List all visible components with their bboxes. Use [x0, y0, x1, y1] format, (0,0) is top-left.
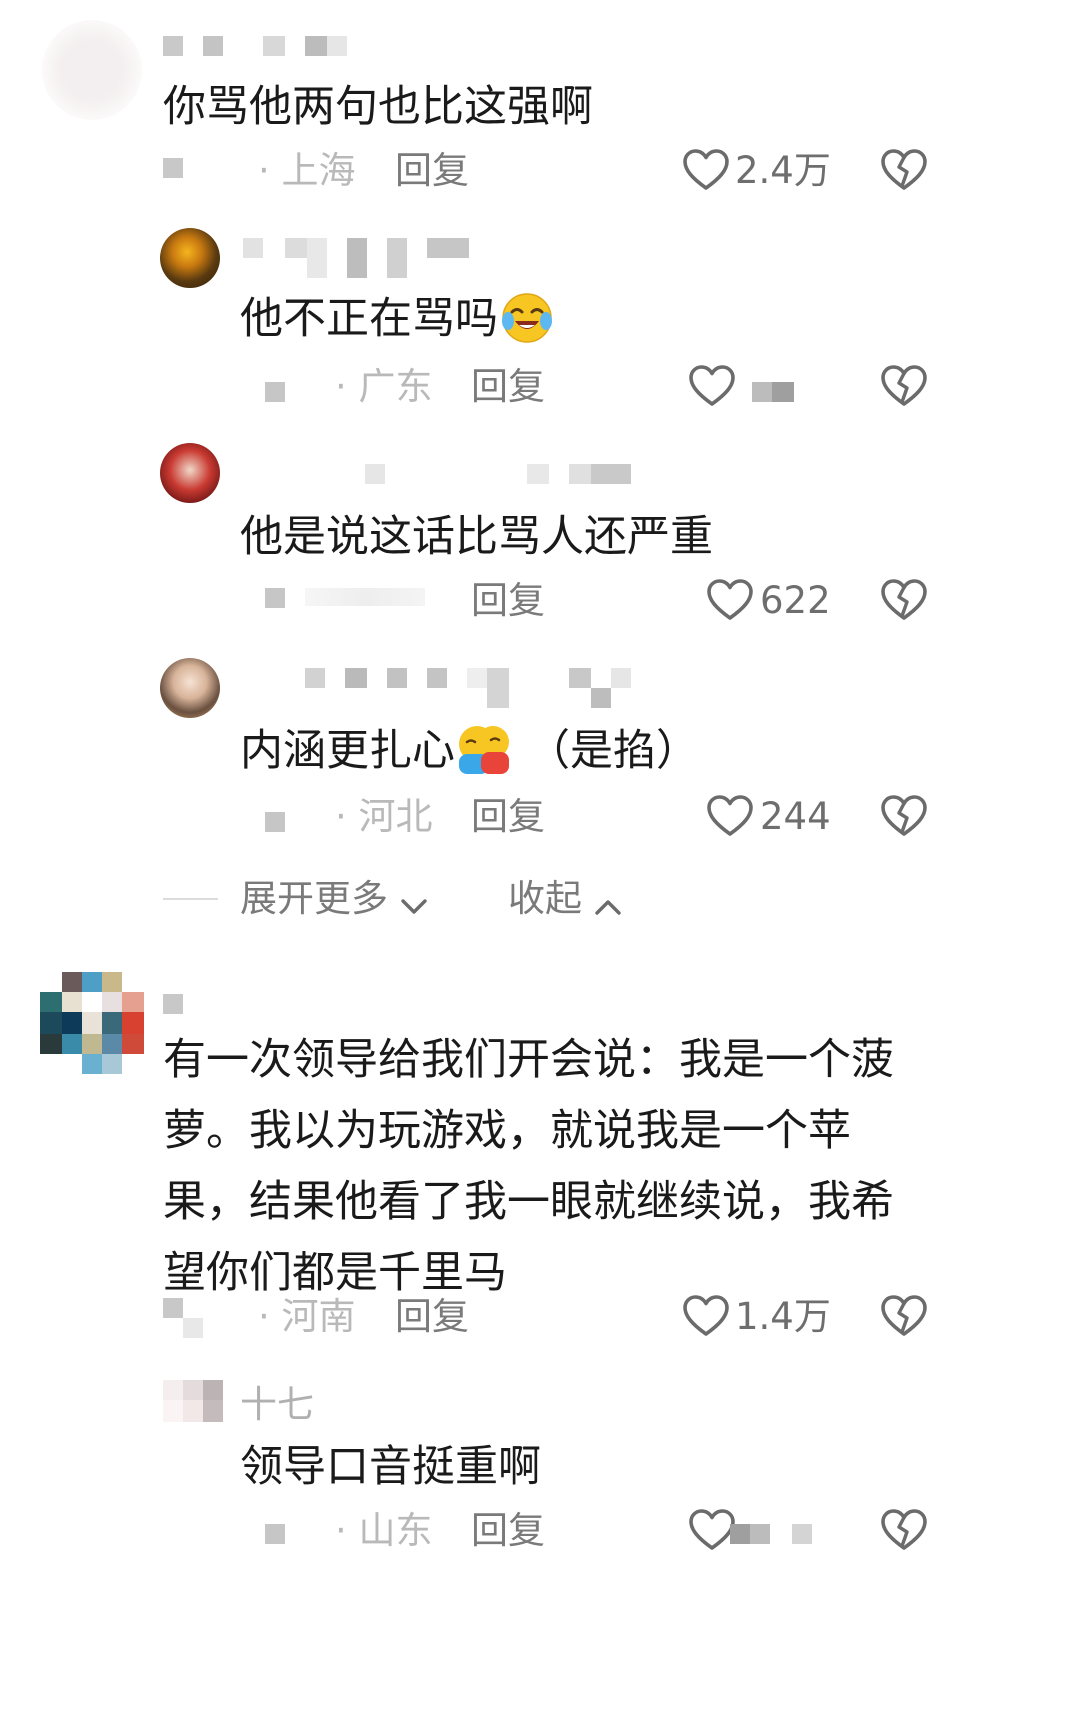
reply-button[interactable]: 回复	[395, 1298, 469, 1335]
reply-button[interactable]: 回复	[471, 1512, 545, 1549]
expand-more-button[interactable]: 展开更多	[240, 880, 429, 920]
like-count: 244	[760, 795, 831, 838]
username-mosaic[interactable]	[243, 238, 473, 282]
heart-outline-icon[interactable]	[682, 1294, 730, 1338]
heart-outline-icon[interactable]	[688, 1508, 736, 1552]
broken-heart-icon[interactable]	[880, 794, 928, 838]
divider-line	[163, 898, 218, 900]
reply-button[interactable]: 回复	[395, 152, 469, 189]
reply-button[interactable]: 回复	[471, 798, 545, 835]
like-count-mosaic	[752, 382, 796, 402]
reply-text-suffix: （是掐）	[527, 726, 699, 776]
chevron-down-icon	[401, 898, 427, 914]
comment-location: · 上海	[258, 149, 356, 192]
username-mosaic[interactable]	[365, 464, 635, 486]
username-mosaic[interactable]	[163, 36, 353, 58]
reply-text-content: 他不正在骂吗	[240, 294, 498, 344]
date-mosaic	[163, 158, 183, 178]
avatar[interactable]	[163, 1380, 223, 1422]
date-mosaic	[265, 588, 285, 608]
broken-heart-icon[interactable]	[880, 578, 928, 622]
like-count-mosaic	[730, 1524, 816, 1544]
comment-text: 有一次领导给我们开会说：我是一个菠萝。我以为玩游戏，就说我是一个苹果，结果他看了…	[163, 1035, 894, 1298]
location-blur	[305, 588, 425, 606]
reply-username[interactable]: 十七	[240, 1386, 314, 1423]
avatar[interactable]	[40, 972, 144, 1076]
like-count: 622	[760, 579, 831, 622]
reply-text: 他是说这话比骂人还严重	[240, 512, 713, 562]
hugging-emoji	[459, 725, 509, 774]
avatar[interactable]	[160, 658, 220, 718]
reply-location: · 广东	[335, 365, 433, 408]
reply-location: · 山东	[335, 1509, 433, 1552]
reply-text: 内涵更扎心 （是掐）	[240, 725, 699, 776]
date-mosaic	[265, 382, 285, 402]
date-mosaic	[265, 812, 285, 832]
heart-outline-icon[interactable]	[706, 794, 754, 838]
comment-location: · 河南	[258, 1295, 356, 1338]
like-count: 1.4万	[735, 1295, 831, 1338]
reply-button[interactable]: 回复	[471, 582, 545, 619]
avatar[interactable]	[42, 20, 142, 120]
broken-heart-icon[interactable]	[880, 1294, 928, 1338]
avatar[interactable]	[160, 228, 220, 288]
expand-label: 展开更多	[240, 877, 388, 920]
crying-laughing-emoji	[502, 292, 552, 343]
collapse-button[interactable]: 收起	[508, 880, 623, 920]
username-mosaic[interactable]	[163, 994, 183, 1014]
broken-heart-icon[interactable]	[880, 364, 928, 408]
heart-outline-icon[interactable]	[682, 148, 730, 192]
date-mosaic	[265, 1524, 285, 1544]
collapse-label: 收起	[508, 877, 582, 920]
like-count: 2.4万	[735, 149, 831, 192]
reply-text-content: 内涵更扎心	[240, 726, 455, 776]
comment-text: 你骂他两句也比这强啊	[163, 82, 593, 132]
reply-text: 领导口音挺重啊	[240, 1442, 541, 1492]
avatar[interactable]	[160, 443, 220, 503]
heart-outline-icon[interactable]	[688, 364, 736, 408]
reply-button[interactable]: 回复	[471, 368, 545, 405]
username-mosaic[interactable]	[305, 668, 635, 712]
reply-text: 他不正在骂吗	[240, 292, 554, 345]
broken-heart-icon[interactable]	[880, 1508, 928, 1552]
reply-location: · 河北	[335, 795, 433, 838]
broken-heart-icon[interactable]	[880, 148, 928, 192]
chevron-up-icon	[595, 899, 621, 915]
heart-outline-icon[interactable]	[706, 578, 754, 622]
date-mosaic	[163, 1298, 207, 1340]
